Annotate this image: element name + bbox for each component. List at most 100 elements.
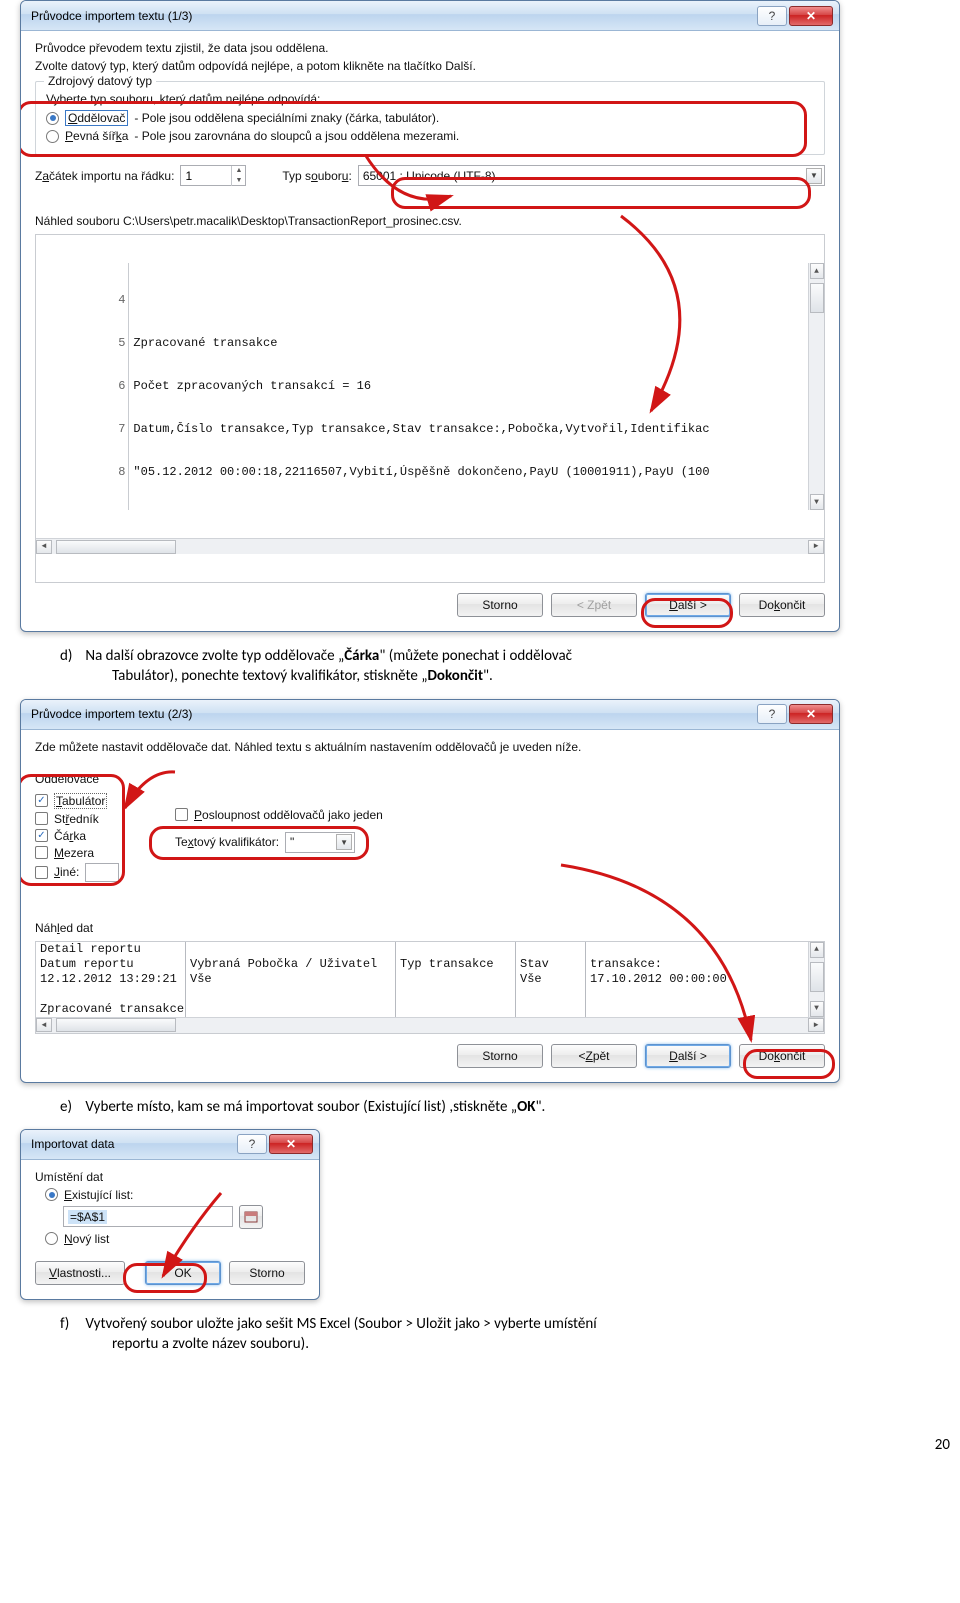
group-legend: Zdrojový datový typ: [44, 74, 156, 88]
titlebar: Průvodce importem textu (1/3) ? ✕: [21, 1, 839, 31]
preview-label: Náhled dat: [35, 921, 825, 935]
file-type-value: 65001 : Unicode (UTF-8): [363, 169, 496, 183]
range-picker-icon[interactable]: [239, 1205, 263, 1229]
group-legend: Umístění dat: [35, 1170, 305, 1184]
existing-sheet-radio[interactable]: [45, 1188, 58, 1201]
start-row-input[interactable]: [181, 169, 231, 183]
start-row-label: Začátek importu na řádku:: [35, 169, 174, 183]
tab-checkbox[interactable]: [35, 794, 48, 807]
data-preview-table: Detail reportu Datum reportuVybraná Pobo…: [35, 941, 825, 1034]
instruction-e: e) Vyberte místo, kam se má importovat s…: [60, 1097, 900, 1117]
preview-gutter: 4 5 6 7 8: [36, 263, 129, 510]
next-button[interactable]: Další >: [645, 593, 731, 617]
fixed-width-desc: - Pole jsou zarovnána do sloupců a jsou …: [134, 129, 459, 143]
delimiters-group: Oddělovače Tabulátor Středník Čárka Meze…: [35, 762, 825, 893]
finish-button[interactable]: Dokončit: [739, 593, 825, 617]
intro-text: Zde můžete nastavit oddělovače dat. Náhl…: [35, 740, 825, 754]
titlebar: Importovat data ? ✕: [21, 1130, 319, 1160]
other-label[interactable]: Jiné:: [54, 865, 79, 879]
preview-label: Náhled souboru C:\Users\petr.macalik\Des…: [35, 214, 825, 228]
cancel-button[interactable]: Storno: [457, 593, 543, 617]
fixed-width-radio[interactable]: [46, 130, 59, 143]
page-number: 20: [0, 1406, 960, 1464]
back-button[interactable]: < Zpět: [551, 593, 637, 617]
instruction-d: d) Na další obrazovce zvolte typ oddělov…: [60, 646, 900, 687]
cancel-button[interactable]: Storno: [229, 1261, 305, 1285]
file-preview: 4 5 6 7 8 Zpracované transakce Počet zpr…: [35, 234, 825, 583]
vertical-scrollbar[interactable]: ▲ ▼: [808, 263, 824, 510]
space-label[interactable]: Mezera: [54, 846, 94, 860]
delimiter-radio[interactable]: [46, 112, 59, 125]
chevron-down-icon[interactable]: ▼: [336, 834, 352, 850]
start-row-spinner[interactable]: ▲▼: [180, 165, 246, 186]
scroll-left-icon[interactable]: ◄: [36, 1018, 52, 1032]
new-sheet-radio[interactable]: [45, 1232, 58, 1245]
qualifier-label: Textový kvalifikátor:: [175, 835, 279, 849]
scroll-left-icon[interactable]: ◄: [36, 540, 52, 554]
import-data-dialog: Importovat data ? ✕ Umístění dat Existuj…: [20, 1129, 320, 1300]
chevron-down-icon[interactable]: ▼: [806, 168, 822, 184]
fixed-width-label[interactable]: Pevná šířka: [65, 129, 128, 143]
sequence-checkbox[interactable]: [175, 808, 188, 821]
close-button[interactable]: ✕: [789, 6, 833, 26]
table-row: Datum reportuVybraná Pobočka / UživatelT…: [36, 957, 808, 972]
preview-lines: Zpracované transakce Počet zpracovaných …: [129, 263, 808, 510]
intro-text-1: Průvodce převodem textu zjistil, že data…: [35, 41, 825, 55]
table-row: Detail reportu: [36, 942, 808, 957]
window-title: Importovat data: [27, 1137, 235, 1151]
table-row: [36, 987, 808, 1002]
group-hint: Vyberte typ souboru, který datům nejlépe…: [46, 92, 814, 106]
scroll-down-icon[interactable]: ▼: [810, 1001, 824, 1017]
spin-down-icon[interactable]: ▼: [232, 176, 245, 186]
scroll-down-icon[interactable]: ▼: [810, 494, 824, 510]
qualifier-combo[interactable]: " ▼: [285, 832, 355, 853]
help-button[interactable]: ?: [757, 704, 787, 724]
group-legend: Oddělovače: [35, 772, 815, 786]
file-type-combo[interactable]: 65001 : Unicode (UTF-8) ▼: [358, 165, 825, 186]
titlebar: Průvodce importem textu (2/3) ? ✕: [21, 700, 839, 730]
table-row: Zpracované transakce: [36, 1002, 808, 1017]
delimiter-radio-label[interactable]: Oddělovač: [65, 110, 128, 126]
close-button[interactable]: ✕: [789, 704, 833, 724]
intro-text-2: Zvolte datový typ, který datům odpovídá …: [35, 59, 825, 73]
ok-button[interactable]: OK: [145, 1261, 221, 1285]
comma-label[interactable]: Čárka: [54, 829, 86, 843]
scroll-up-icon[interactable]: ▲: [810, 263, 824, 279]
spin-up-icon[interactable]: ▲: [232, 166, 245, 176]
qualifier-value: ": [290, 835, 294, 849]
table-row: 12.12.2012 13:29:21VšeVše17.10.2012 00:0…: [36, 972, 808, 987]
window-title: Průvodce importem textu (1/3): [27, 9, 755, 23]
wizard-step1-dialog: Průvodce importem textu (1/3) ? ✕ Průvod…: [20, 0, 840, 632]
scroll-right-icon[interactable]: ►: [808, 1018, 824, 1032]
delimiter-desc: - Pole jsou oddělena speciálními znaky (…: [134, 111, 439, 125]
scroll-right-icon[interactable]: ►: [808, 540, 824, 554]
source-type-group: Zdrojový datový typ Vyberte typ souboru,…: [35, 81, 825, 155]
semicolon-checkbox[interactable]: [35, 812, 48, 825]
instruction-f: f) Vytvořený soubor uložte jako sešit MS…: [60, 1314, 900, 1355]
wizard-step2-dialog: Průvodce importem textu (2/3) ? ✕ Zde mů…: [20, 699, 840, 1083]
back-button[interactable]: < Zpět: [551, 1044, 637, 1068]
cancel-button[interactable]: Storno: [457, 1044, 543, 1068]
next-button[interactable]: Další >: [645, 1044, 731, 1068]
help-button[interactable]: ?: [757, 6, 787, 26]
existing-range-input[interactable]: =$A$1: [63, 1206, 233, 1227]
comma-checkbox[interactable]: [35, 829, 48, 842]
scroll-up-icon[interactable]: ▲: [810, 942, 824, 958]
file-type-label: Typ souboru:: [282, 169, 351, 183]
existing-sheet-label[interactable]: Existující list:: [64, 1188, 133, 1202]
tab-label[interactable]: Tabulátor: [54, 793, 107, 809]
other-input[interactable]: [85, 863, 119, 882]
semicolon-label[interactable]: Středník: [54, 812, 99, 826]
finish-button[interactable]: Dokončit: [739, 1044, 825, 1068]
other-checkbox[interactable]: [35, 866, 48, 879]
new-sheet-label[interactable]: Nový list: [64, 1232, 109, 1246]
sequence-label[interactable]: Posloupnost oddělovačů jako jeden: [194, 808, 383, 822]
horizontal-scrollbar[interactable]: ◄ ►: [36, 1017, 824, 1033]
space-checkbox[interactable]: [35, 846, 48, 859]
properties-button[interactable]: Vlastnosti...: [35, 1261, 125, 1285]
help-button[interactable]: ?: [237, 1134, 267, 1154]
close-button[interactable]: ✕: [269, 1134, 313, 1154]
horizontal-scrollbar[interactable]: ◄ ►: [36, 538, 824, 554]
window-title: Průvodce importem textu (2/3): [27, 707, 755, 721]
vertical-scrollbar[interactable]: ▲ ▼: [808, 942, 824, 1017]
